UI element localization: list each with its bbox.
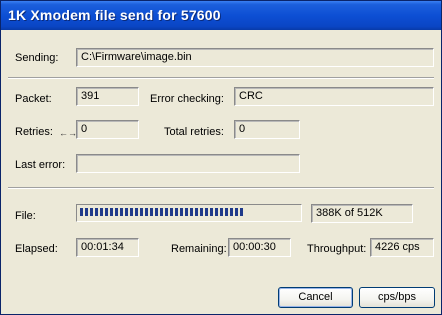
throughput-label: Throughput: bbox=[307, 243, 367, 255]
elapsed-field: 00:01:34 bbox=[76, 238, 139, 257]
window-title: 1K Xmodem file send for 57600 bbox=[8, 7, 221, 23]
remaining-label: Remaining: bbox=[171, 243, 227, 255]
error-checking-field: CRC bbox=[234, 87, 434, 106]
total-retries-label: Total retries: bbox=[164, 126, 224, 138]
retries-label: Retries: bbox=[15, 126, 53, 138]
total-retries-field: 0 bbox=[234, 120, 300, 139]
sending-path-field: C:\Firmware\image.bin bbox=[76, 48, 434, 67]
title-bar[interactable]: 1K Xmodem file send for 57600 bbox=[1, 1, 441, 30]
error-checking-label: Error checking: bbox=[150, 93, 224, 105]
file-progress-text: 388K of 512K bbox=[311, 204, 413, 223]
retries-field: 0 bbox=[76, 120, 139, 139]
progress-fill bbox=[80, 208, 245, 216]
last-error-field bbox=[76, 154, 300, 173]
separator-top bbox=[8, 77, 434, 79]
resize-arrows-icon: ←→ bbox=[59, 128, 77, 138]
separator-bottom bbox=[8, 187, 434, 189]
remaining-field: 00:00:30 bbox=[228, 238, 291, 257]
last-error-label: Last error: bbox=[15, 159, 66, 171]
cancel-button[interactable]: Cancel bbox=[278, 287, 353, 308]
throughput-field: 4226 cps bbox=[370, 238, 434, 257]
file-progress-bar bbox=[76, 204, 302, 222]
sending-label: Sending: bbox=[15, 52, 59, 64]
packet-field: 391 bbox=[76, 87, 139, 106]
elapsed-label: Elapsed: bbox=[15, 243, 58, 255]
cps-bps-button[interactable]: cps/bps bbox=[359, 287, 435, 308]
file-label: File: bbox=[15, 210, 36, 222]
packet-label: Packet: bbox=[15, 93, 52, 105]
xmodem-dialog: 1K Xmodem file send for 57600 Sending: C… bbox=[0, 0, 442, 315]
